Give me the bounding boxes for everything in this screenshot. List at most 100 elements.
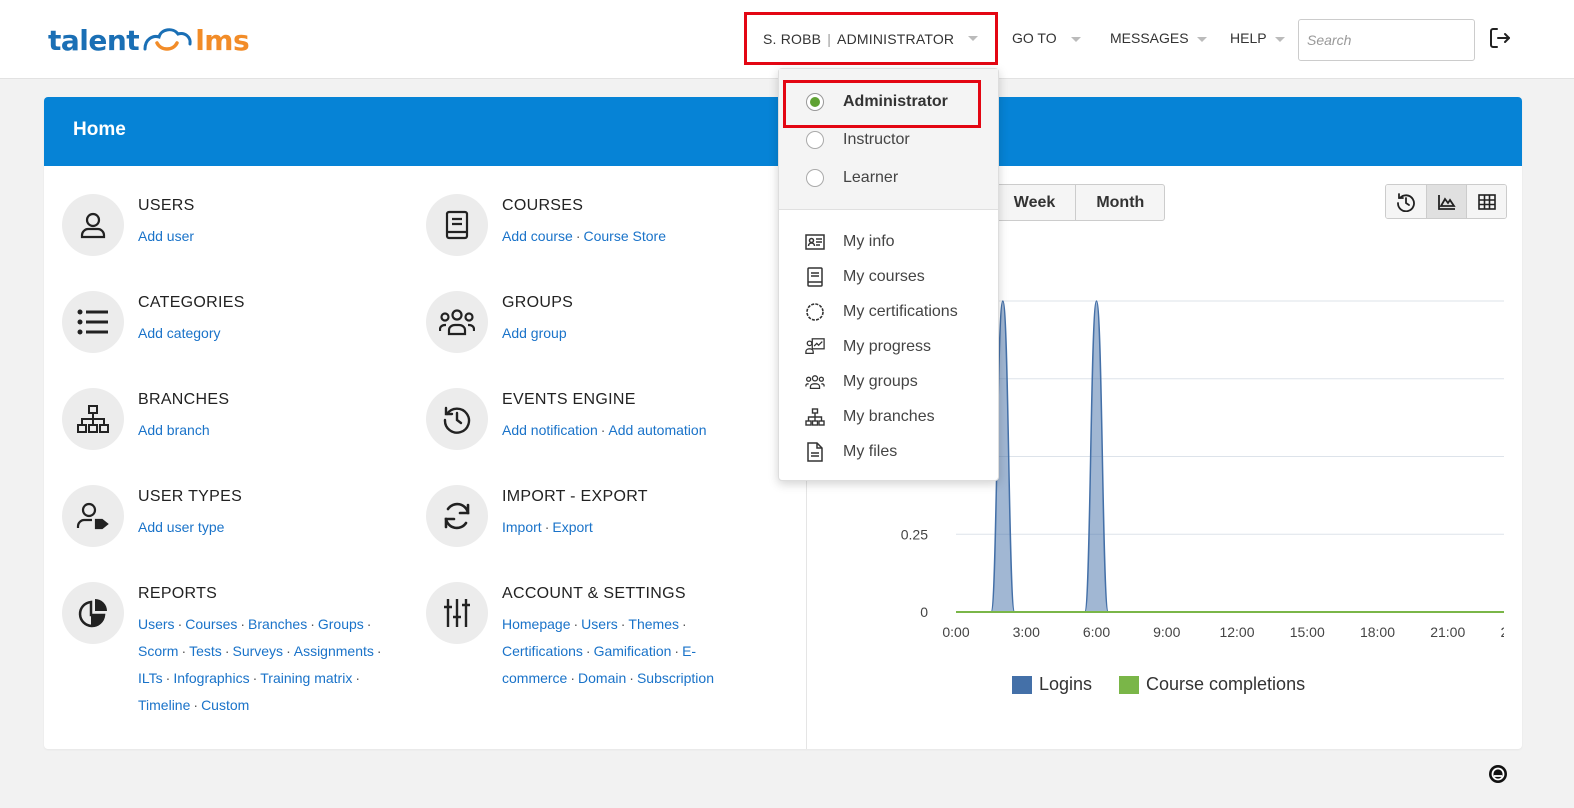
tile-user-types: USER TYPES Add user type <box>62 485 242 547</box>
chevron-down-icon <box>1196 36 1207 42</box>
tab-month[interactable]: Month <box>1075 185 1164 220</box>
legend-course-completions[interactable]: Course completions <box>1119 674 1305 695</box>
user-role-menu[interactable]: S. ROBB | ADMINISTRATOR <box>744 12 998 65</box>
help-menu[interactable]: HELP <box>1230 30 1285 46</box>
tab-week[interactable]: Week <box>992 185 1076 220</box>
chart-view-toggle <box>1385 184 1507 219</box>
sync-icon[interactable] <box>426 485 488 547</box>
messages-menu[interactable]: MESSAGES <box>1110 30 1207 46</box>
tile-title: USER TYPES <box>138 488 243 505</box>
x-tick-label: 9:00 <box>1153 624 1180 640</box>
import-link[interactable]: Import <box>502 519 542 535</box>
settings-subscription-link[interactable]: Subscription <box>637 670 714 686</box>
report-custom-link[interactable]: Custom <box>201 697 249 713</box>
logout-icon[interactable] <box>1488 26 1512 55</box>
user-icon[interactable] <box>62 194 124 256</box>
book-icon[interactable] <box>426 194 488 256</box>
group-icon <box>805 372 825 392</box>
user-role-dropdown: Administrator Instructor Learner My info… <box>778 68 999 481</box>
x-tick-label: 12:00 <box>1219 624 1254 640</box>
report-training-matrix-link[interactable]: Training matrix <box>260 670 352 686</box>
hierarchy-icon[interactable] <box>62 388 124 450</box>
report-branches-link[interactable]: Branches <box>248 616 307 632</box>
report-courses-link[interactable]: Courses <box>185 616 237 632</box>
report-timeline-link[interactable]: Timeline <box>138 697 190 713</box>
user-tag-icon[interactable] <box>62 485 124 547</box>
menu-item-my-groups[interactable]: My groups <box>779 364 998 399</box>
add-branch-link[interactable]: Add branch <box>138 422 210 438</box>
legend-swatch <box>1119 675 1139 694</box>
export-link[interactable]: Export <box>552 519 592 535</box>
tile-courses: COURSES Add course · Course Store <box>426 194 666 256</box>
report-groups-link[interactable]: Groups <box>318 616 364 632</box>
progress-icon <box>805 337 825 357</box>
menu-item-my-info[interactable]: My info <box>779 224 998 259</box>
tile-categories: CATEGORIES Add category <box>62 291 245 353</box>
tile-title: BRANCHES <box>138 391 230 408</box>
tile-title: EVENTS ENGINE <box>502 391 636 408</box>
goto-menu[interactable]: GO TO <box>1012 30 1081 46</box>
tile-title: REPORTS <box>138 585 218 602</box>
settings-certifications-link[interactable]: Certifications <box>502 643 583 659</box>
tile-import-export: IMPORT - EXPORT Import · Export <box>426 485 648 547</box>
tile-title: ACCOUNT & SETTINGS <box>502 585 686 602</box>
history-icon[interactable] <box>426 388 488 450</box>
chevron-down-icon <box>1274 36 1285 42</box>
group-icon[interactable] <box>426 291 488 353</box>
sliders-icon[interactable] <box>426 582 488 644</box>
report-tests-link[interactable]: Tests <box>189 643 222 659</box>
report-surveys-link[interactable]: Surveys <box>232 643 283 659</box>
menu-item-my-files[interactable]: My files <box>779 434 998 469</box>
list-icon[interactable] <box>62 291 124 353</box>
radio-icon <box>806 131 824 149</box>
tile-account-settings: ACCOUNT & SETTINGS Homepage · Users · Themes… <box>426 582 747 692</box>
tile-events-engine: EVENTS ENGINE Add notification · Add autom… <box>426 388 706 450</box>
settings-homepage-link[interactable]: Homepage <box>502 616 571 632</box>
search-input[interactable] <box>1298 19 1475 61</box>
tile-users: USERS Add user <box>62 194 195 256</box>
book-icon <box>805 266 825 287</box>
add-group-link[interactable]: Add group <box>502 325 567 341</box>
add-notification-link[interactable]: Add notification <box>502 422 598 438</box>
report-users-link[interactable]: Users <box>138 616 175 632</box>
add-automation-link[interactable]: Add automation <box>608 422 706 438</box>
add-category-link[interactable]: Add category <box>138 325 221 341</box>
add-user-link[interactable]: Add user <box>138 228 194 244</box>
menu-item-my-certifications[interactable]: My certifications <box>779 294 998 329</box>
accessibility-icon[interactable] <box>1488 764 1508 789</box>
settings-themes-link[interactable]: Themes <box>628 616 679 632</box>
history-icon[interactable] <box>1386 185 1426 218</box>
tile-title: GROUPS <box>502 294 574 311</box>
talentlms-logo[interactable]: talent lms <box>48 20 250 60</box>
menu-item-my-branches[interactable]: My branches <box>779 399 998 434</box>
report-assignments-link[interactable]: Assignments <box>294 643 374 659</box>
x-tick-label: 18:00 <box>1360 624 1395 640</box>
chevron-down-icon <box>1070 36 1081 42</box>
separator: | <box>827 30 832 47</box>
role-option-learner[interactable]: Learner <box>779 159 998 197</box>
settings-gamification-link[interactable]: Gamification <box>594 643 672 659</box>
tile-groups: GROUPS Add group <box>426 291 573 353</box>
user-name: S. ROBB <box>763 30 822 47</box>
report-ilts-link[interactable]: ILTs <box>138 670 163 686</box>
settings-users-link[interactable]: Users <box>581 616 618 632</box>
hierarchy-icon <box>805 407 825 427</box>
pie-chart-icon[interactable] <box>62 582 124 644</box>
add-user-type-link[interactable]: Add user type <box>138 519 224 535</box>
course-store-link[interactable]: Course Store <box>584 228 666 244</box>
area-chart-icon[interactable] <box>1426 185 1466 218</box>
add-course-link[interactable]: Add course <box>502 228 573 244</box>
menu-item-my-progress[interactable]: My progress <box>779 329 998 364</box>
highlight-administrator <box>783 80 981 128</box>
report-infographics-link[interactable]: Infographics <box>173 670 249 686</box>
legend-swatch <box>1012 675 1032 694</box>
report-scorm-link[interactable]: Scorm <box>138 643 178 659</box>
menu-item-my-courses[interactable]: My courses <box>779 259 998 294</box>
tile-branches: BRANCHES Add branch <box>62 388 229 450</box>
file-icon <box>805 441 825 462</box>
table-icon[interactable] <box>1466 185 1506 218</box>
legend-logins[interactable]: Logins <box>1012 674 1092 695</box>
settings-domain-link[interactable]: Domain <box>578 670 626 686</box>
tile-reports: REPORTS Users · Courses · Branches · Groups · S… <box>62 582 398 719</box>
certificate-icon <box>805 302 825 322</box>
